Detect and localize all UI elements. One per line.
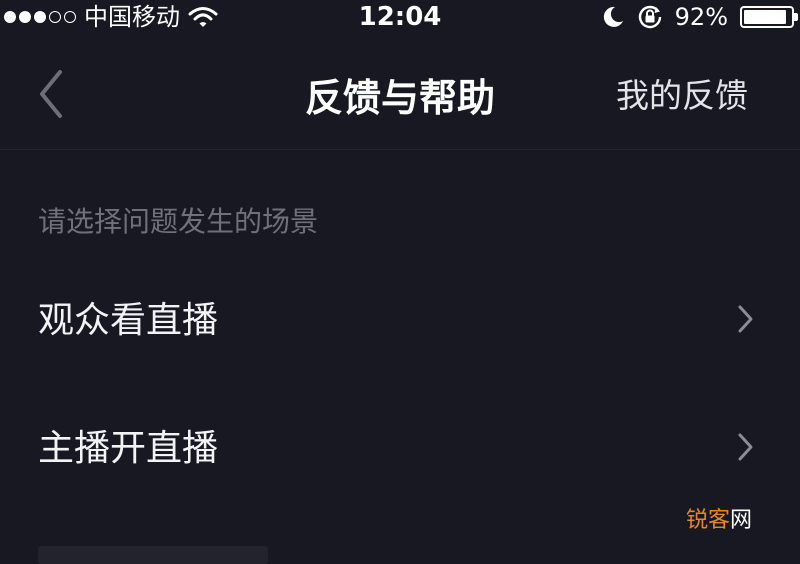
chevron-right-icon: [735, 432, 755, 462]
list-item-label: 主播开直播: [38, 428, 219, 469]
watermark-logo: 锐客 网: [686, 502, 752, 534]
rotation-lock-icon: [638, 5, 661, 29]
list-item-viewer-live[interactable]: 观众看直播: [0, 272, 800, 362]
my-feedback-button[interactable]: 我的反馈: [616, 36, 748, 150]
section-header: 请选择问题发生的场景: [38, 205, 319, 238]
status-right: 92%: [601, 0, 798, 34]
moon-icon: [603, 6, 623, 27]
battery-tip: [794, 13, 798, 21]
next-item-partial: [38, 546, 268, 564]
chevron-right-icon: [735, 304, 755, 334]
list-item-host-live[interactable]: 主播开直播: [0, 400, 800, 490]
battery-icon: [740, 6, 798, 28]
battery-percent: 92%: [674, 3, 728, 31]
status-bar: 中国移动 12:04 92%: [0, 0, 800, 36]
battery-fill: [744, 10, 787, 24]
watermark-text-accent: 锐客: [685, 508, 730, 533]
list-item-label: 观众看直播: [38, 300, 219, 341]
nav-bar: 反馈与帮助 我的反馈: [0, 36, 800, 150]
watermark-text-plain: 网: [729, 508, 752, 533]
